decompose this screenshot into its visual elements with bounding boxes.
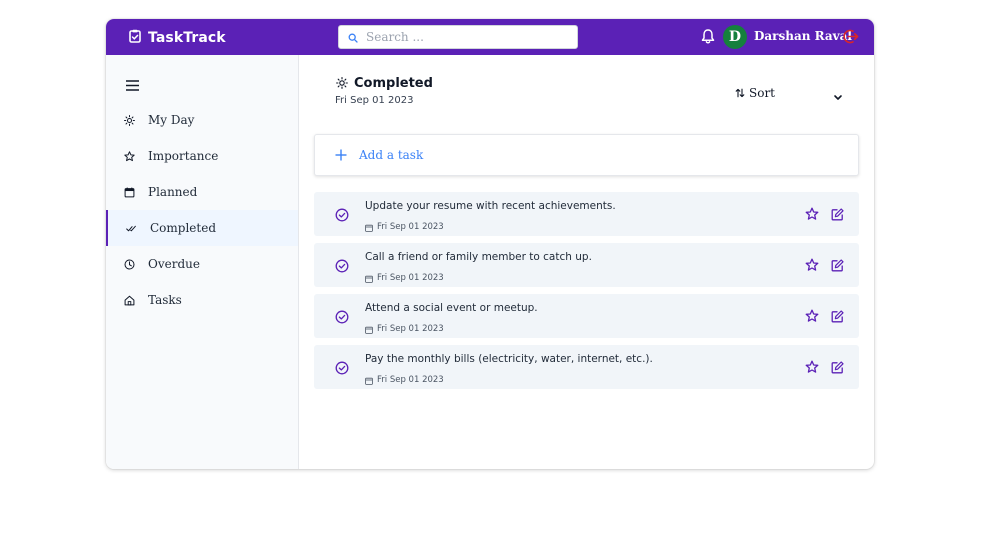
check-circle-icon[interactable] <box>335 207 349 226</box>
avatar[interactable]: D <box>723 25 747 49</box>
task-title: Pay the monthly bills (electricity, wate… <box>365 353 653 365</box>
star-icon[interactable] <box>805 257 819 276</box>
sidebar-item-label: Tasks <box>148 293 182 307</box>
sidebar-item-label: Importance <box>148 149 219 163</box>
main-panel: Completed Fri Sep 01 2023 Sort Add a tas… <box>299 55 874 469</box>
sort-arrows-icon <box>735 83 745 102</box>
task-due-date: Fri Sep 01 2023 <box>365 268 444 287</box>
calendar-icon <box>124 183 135 202</box>
calendar-icon <box>365 370 373 389</box>
logout-icon[interactable] <box>842 28 859 49</box>
brand-name: TaskTrack <box>148 29 226 46</box>
sidebar-item-label: My Day <box>148 113 195 127</box>
sun-icon <box>336 74 348 93</box>
calendar-icon <box>365 268 373 287</box>
search-icon <box>348 28 358 47</box>
sun-icon <box>124 111 135 130</box>
sidebar-item-label: Completed <box>150 221 217 235</box>
top-bar: TaskTrack D Darshan Raval <box>106 19 874 55</box>
task-item: Update your resume with recent achieveme… <box>314 192 859 236</box>
star-icon[interactable] <box>805 359 819 378</box>
star-icon[interactable] <box>805 206 819 225</box>
edit-icon[interactable] <box>831 308 844 327</box>
chevron-down-icon[interactable] <box>833 86 843 105</box>
task-title: Update your resume with recent achieveme… <box>365 200 616 212</box>
task-item: Attend a social event or meetup. Fri Sep… <box>314 294 859 338</box>
sidebar-item-label: Planned <box>148 185 198 199</box>
calendar-icon <box>365 319 373 338</box>
star-icon[interactable] <box>805 308 819 327</box>
check-circle-icon[interactable] <box>335 309 349 328</box>
add-task-button[interactable]: Add a task <box>314 134 859 176</box>
edit-icon[interactable] <box>831 206 844 225</box>
check-circle-icon[interactable] <box>335 258 349 277</box>
user-name[interactable]: Darshan Raval <box>754 29 852 43</box>
check-circle-icon[interactable] <box>335 360 349 379</box>
sidebar-item-planned[interactable]: Planned <box>106 174 298 210</box>
edit-icon[interactable] <box>831 359 844 378</box>
page-title: Completed <box>336 74 433 93</box>
task-title: Attend a social event or meetup. <box>365 302 538 314</box>
edit-icon[interactable] <box>831 257 844 276</box>
clipboard-check-icon <box>128 28 142 47</box>
task-due-date: Fri Sep 01 2023 <box>365 370 444 389</box>
sidebar-item-completed[interactable]: Completed <box>106 210 298 246</box>
search-box[interactable] <box>338 25 578 49</box>
double-check-icon <box>126 219 137 238</box>
app-window: TaskTrack D Darshan Raval <box>106 19 874 469</box>
add-task-label: Add a task <box>359 148 424 162</box>
sidebar-item-overdue[interactable]: Overdue <box>106 246 298 282</box>
sort-label: Sort <box>749 85 776 100</box>
home-icon <box>124 291 135 310</box>
bell-icon[interactable] <box>700 28 716 49</box>
menu-icon[interactable] <box>126 76 139 95</box>
plus-icon <box>335 146 347 165</box>
calendar-icon <box>365 217 373 236</box>
clock-icon <box>124 255 135 274</box>
sort-button[interactable]: Sort <box>735 83 775 102</box>
sidebar-item-label: Overdue <box>148 257 200 271</box>
task-due-date: Fri Sep 01 2023 <box>365 319 444 338</box>
task-item: Call a friend or family member to catch … <box>314 243 859 287</box>
task-due-date: Fri Sep 01 2023 <box>365 217 444 236</box>
brand[interactable]: TaskTrack <box>128 28 226 47</box>
task-item: Pay the monthly bills (electricity, wate… <box>314 345 859 389</box>
sidebar-item-tasks[interactable]: Tasks <box>106 282 298 318</box>
star-icon <box>124 147 135 166</box>
page-title-text: Completed <box>354 76 433 91</box>
sidebar-item-my-day[interactable]: My Day <box>106 102 298 138</box>
search-input[interactable] <box>366 30 566 44</box>
page-date: Fri Sep 01 2023 <box>335 95 414 106</box>
sidebar: My Day Importance Planned Completed Over… <box>106 55 299 469</box>
sidebar-item-importance[interactable]: Importance <box>106 138 298 174</box>
task-title: Call a friend or family member to catch … <box>365 251 592 263</box>
